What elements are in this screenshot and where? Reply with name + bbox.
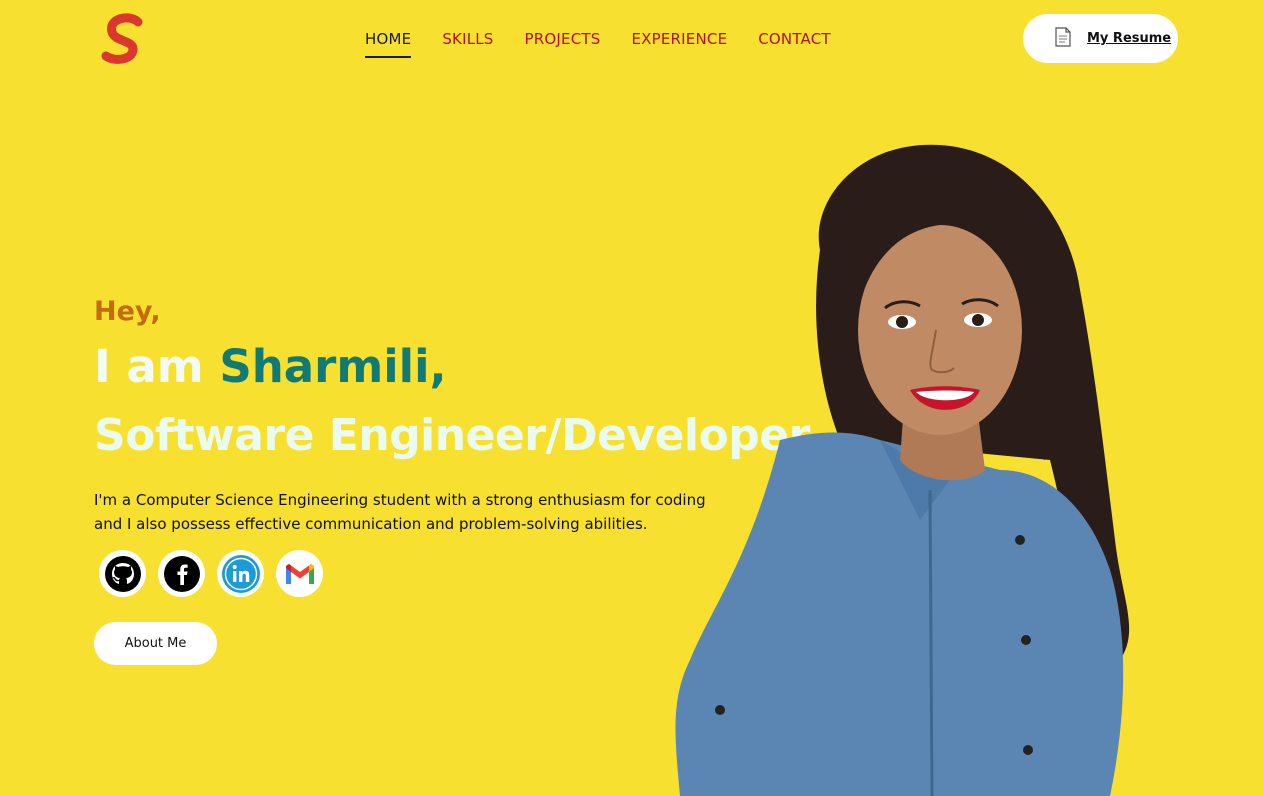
linkedin-link[interactable] (217, 550, 264, 597)
gmail-link[interactable] (276, 550, 323, 597)
profile-photo (670, 140, 1150, 796)
github-icon (104, 555, 141, 592)
about-me-button[interactable]: About Me (94, 622, 217, 665)
document-icon (1055, 26, 1071, 51)
main-nav: HOME SKILLS PROJECTS EXPERIENCE CONTACT (365, 30, 862, 58)
github-link[interactable] (99, 550, 146, 597)
intro-description: I'm a Computer Science Engineering stude… (94, 491, 706, 533)
facebook-icon (163, 555, 200, 592)
nav-experience[interactable]: EXPERIENCE (631, 30, 727, 58)
nav-home[interactable]: HOME (365, 30, 412, 58)
greeting: Hey, (94, 296, 161, 327)
resume-button[interactable]: My Resume (1023, 14, 1178, 63)
resume-label: My Resume (1087, 31, 1172, 46)
intro-prefix: I am (94, 340, 220, 393)
person-name: Sharmili, (219, 340, 447, 393)
linkedin-icon (221, 554, 260, 593)
nav-projects[interactable]: PROJECTS (525, 30, 601, 58)
gmail-icon (285, 563, 314, 584)
intro-heading: I am Sharmili, (94, 340, 447, 393)
nav-skills[interactable]: SKILLS (442, 30, 493, 58)
facebook-link[interactable] (158, 550, 205, 597)
site-logo[interactable] (100, 12, 150, 66)
nav-contact[interactable]: CONTACT (758, 30, 831, 58)
social-links (99, 550, 323, 597)
